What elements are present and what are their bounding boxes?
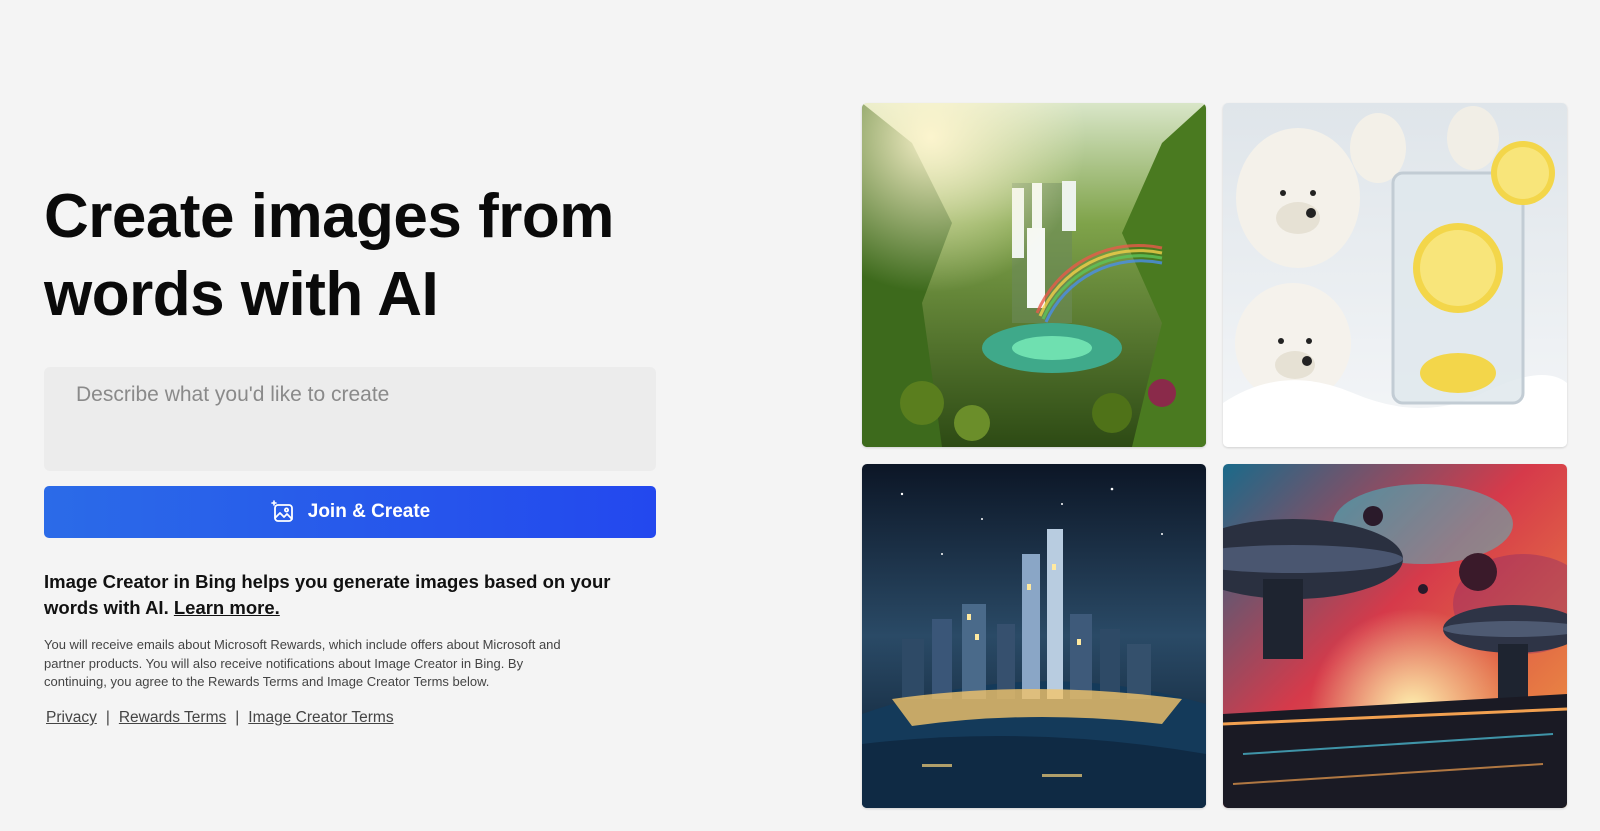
- footer-separator: |: [235, 709, 240, 726]
- prompt-input[interactable]: [44, 367, 656, 471]
- join-create-label: Join & Create: [307, 501, 431, 522]
- page-headline: Create images from words with AI: [44, 182, 614, 329]
- gallery-image-night-city: [862, 464, 1206, 808]
- join-create-button[interactable]: Join & Create: [44, 486, 656, 538]
- rewards-disclaimer: You will receive emails about Microsoft …: [44, 637, 561, 689]
- footer-links: Privacy | Rewards Terms | Image Creator …: [46, 709, 394, 727]
- rewards-terms-link[interactable]: Rewards Terms: [119, 709, 226, 727]
- privacy-link[interactable]: Privacy: [46, 709, 97, 727]
- gallery-image-polar-bears: [1223, 103, 1567, 447]
- footer-separator: |: [105, 709, 110, 726]
- gallery-image-jungle-waterfall: [862, 103, 1206, 447]
- image-sparkle-icon: [270, 499, 296, 525]
- gallery-image-space-station: [1223, 464, 1567, 808]
- description-text: Image Creator in Bing helps you generate…: [44, 571, 611, 618]
- description: Image Creator in Bing helps you generate…: [44, 569, 644, 621]
- learn-more-link[interactable]: Learn more.: [174, 597, 280, 618]
- image-creator-terms-link[interactable]: Image Creator Terms: [248, 709, 393, 727]
